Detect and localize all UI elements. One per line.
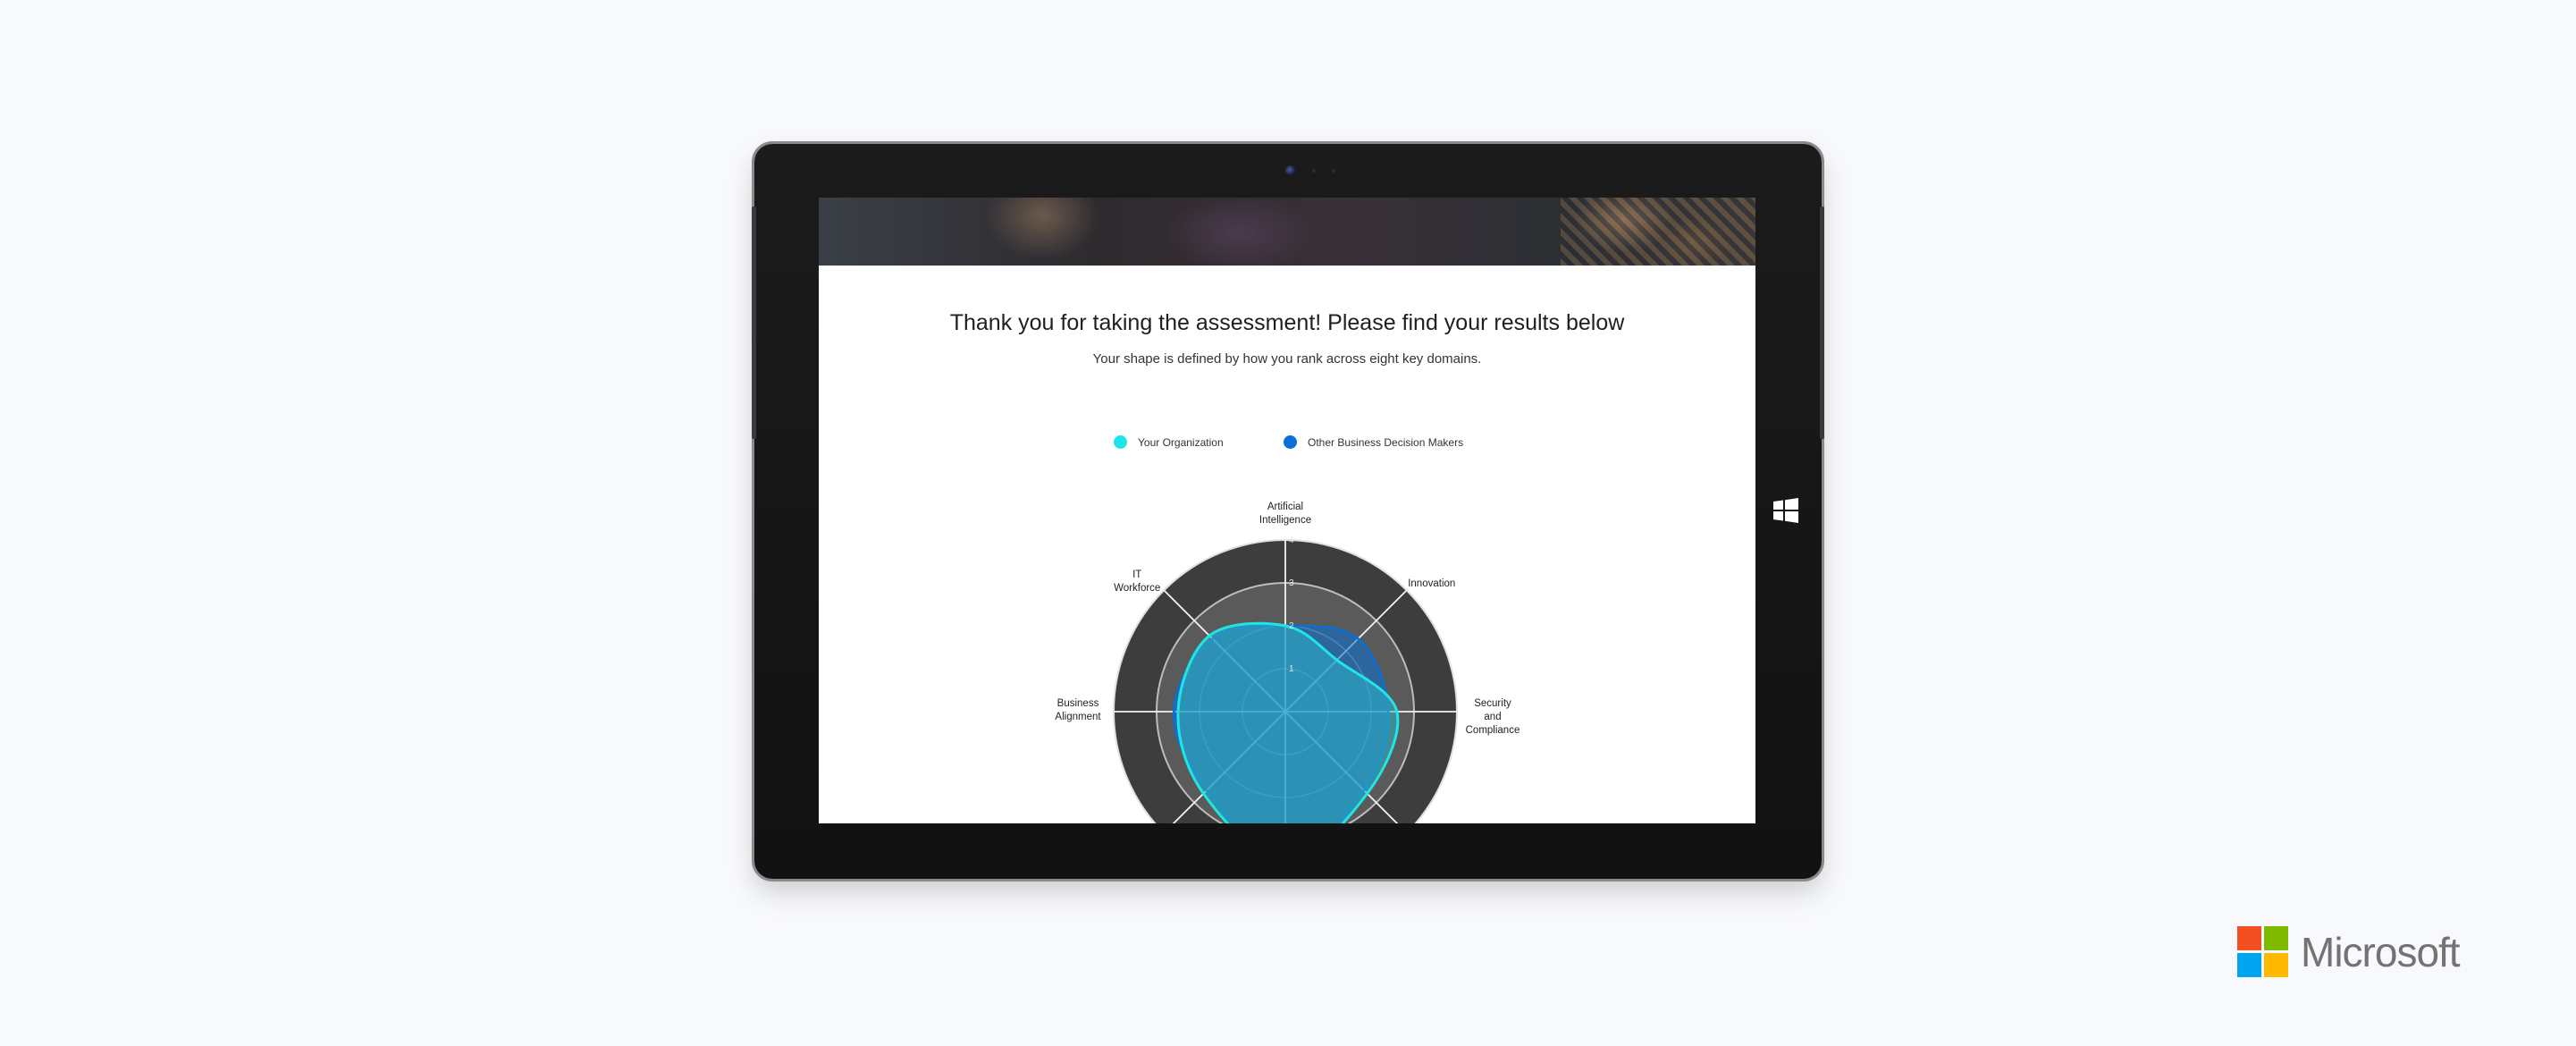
- surface-tablet: Thank you for taking the assessment! Ple…: [752, 144, 1824, 879]
- radar-tick-label: 3: [1289, 578, 1294, 588]
- radar-axis-label: Artificial: [1267, 502, 1303, 512]
- sensor-dot: [1332, 169, 1335, 173]
- radar-axis-label: and: [1484, 712, 1501, 722]
- radar-tick-label: 2: [1289, 621, 1294, 631]
- radar-axis-label: Security: [1474, 698, 1511, 709]
- stage: Thank you for taking the assessment! Ple…: [0, 0, 2576, 1046]
- microsoft-wordmark: Microsoft: [2301, 928, 2461, 975]
- microsoft-logo: Microsoft: [2237, 926, 2461, 977]
- radar-axis-label: Compliance: [1466, 725, 1520, 736]
- radar-tick-label: 1: [1289, 664, 1294, 674]
- logo-square-green: [2264, 926, 2288, 950]
- radar-axis-label: Alignment: [1055, 712, 1101, 722]
- tablet-right-edge: [1820, 207, 1824, 439]
- microsoft-logo-icon: [2237, 926, 2288, 977]
- logo-square-yellow: [2264, 953, 2288, 977]
- radar-axis-label: Intelligence: [1259, 515, 1311, 526]
- radar-tick-label: 4: [1289, 536, 1294, 545]
- logo-square-red: [2237, 926, 2261, 950]
- radar-axis-label: Business: [1057, 698, 1099, 709]
- radar-axis-label: Innovation: [1408, 578, 1455, 589]
- camera-icon: [1285, 165, 1296, 176]
- radar-chart: 1 2 3 4 Artificial Intelligence Innovation Secu…: [1055, 502, 1520, 823]
- logo-square-blue: [2237, 953, 2261, 977]
- windows-logo-icon[interactable]: [1773, 498, 1798, 523]
- tablet-left-edge: [752, 207, 756, 439]
- sensor-dot: [1312, 169, 1316, 173]
- radar-axis-label: IT: [1132, 569, 1141, 580]
- radar-axis-label: Workforce: [1114, 583, 1160, 594]
- tablet-screen: Thank you for taking the assessment! Ple…: [819, 198, 1755, 823]
